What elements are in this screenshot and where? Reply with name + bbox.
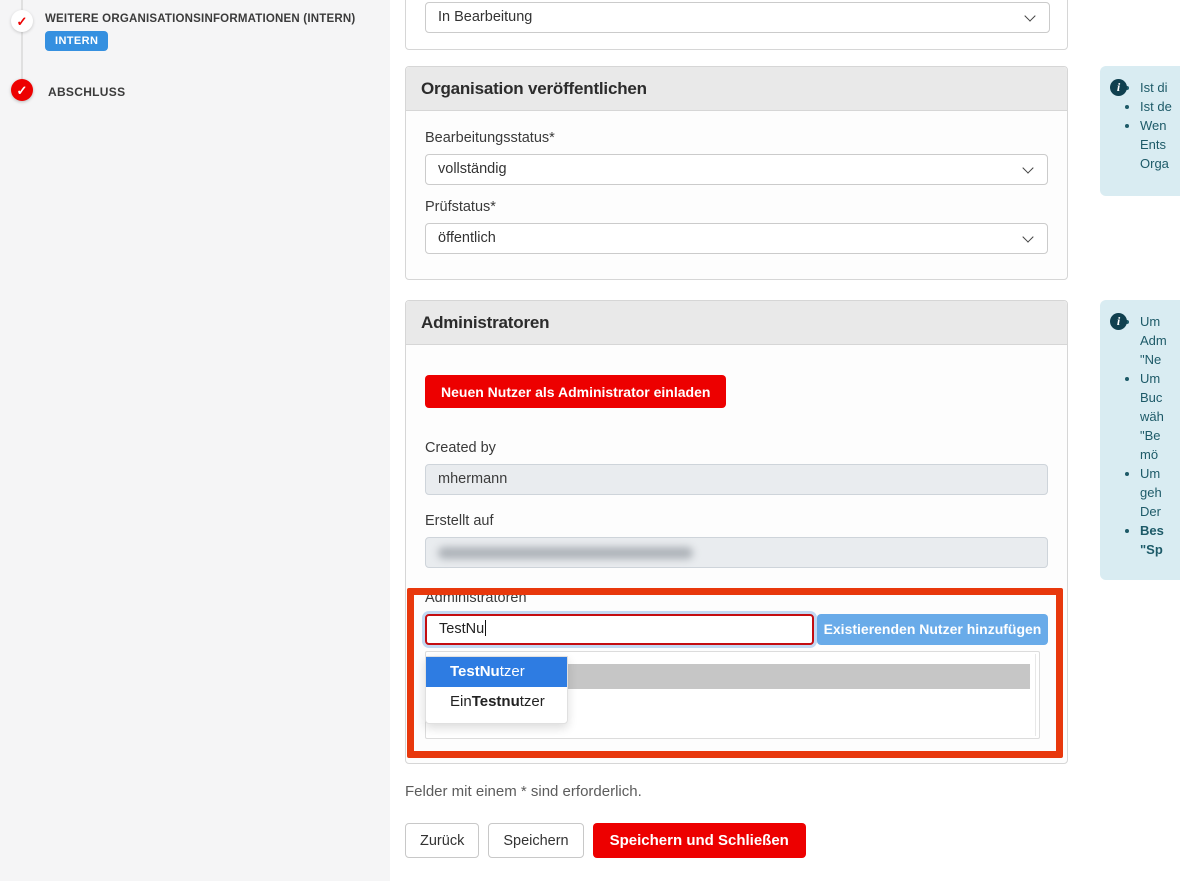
info-item: Wen Ents Orga [1140,116,1180,173]
autocomplete-dropdown: TestNutzer EinTestnutzer [425,656,568,724]
administrators-label: Administratoren [425,590,1048,606]
admin-search-input[interactable]: TestNu [425,614,814,645]
back-button[interactable]: Zurück [405,823,479,858]
info-item: Um Buc wäh "Be mö [1140,369,1180,464]
page: ✓ WEITERE ORGANISATIONSINFORMATIONEN (IN… [0,0,1180,881]
invite-new-admin-button[interactable]: Neuen Nutzer als Administrator einladen [425,375,726,408]
step-check-icon: ✓ [11,10,33,32]
admin-search-input-value: TestNu [439,621,484,637]
info-item: Um Adm "Ne [1140,312,1180,369]
created-at-label: Erstellt auf [425,513,1048,529]
add-existing-user-button[interactable]: Existierenden Nutzer hinzufügen [817,614,1048,645]
info-list: Ist di Ist de Wen Ents Orga [1140,78,1180,173]
section-title: Administratoren [406,301,1067,345]
step-check-icon: ✓ [11,79,33,101]
info-icon: i [1110,313,1127,330]
wizard-sidebar: ✓ WEITERE ORGANISATIONSINFORMATIONEN (IN… [0,0,390,881]
form-actions: Zurück Speichern Speichern und Schließen [405,823,806,858]
info-list: Um Adm "Ne Um Buc wäh "Be mö Um geh Der … [1140,312,1180,559]
text-caret [485,620,486,636]
publish-section-body: Bearbeitungsstatus* vollständig Prüfstat… [406,111,1067,284]
required-fields-note: Felder mit einem * sind erforderlich. [405,783,642,800]
redacted-value [438,547,693,559]
suggestion-testnutzer[interactable]: TestNutzer [426,657,567,687]
created-at-field [425,537,1048,568]
pruefstatus-select[interactable]: öffentlich [425,223,1048,254]
info-icon: i [1110,79,1127,96]
bearbeitungsstatus-value: vollständig [438,161,507,177]
created-by-field: mhermann [425,464,1048,495]
admin-search-row: TestNu Existierenden Nutzer hinzufügen [425,614,1048,645]
status-panel: In Bearbeitung [405,0,1068,50]
save-button[interactable]: Speichern [488,823,583,858]
section-title: Organisation veröffentlichen [406,67,1067,111]
pruefstatus-label: Prüfstatus* [425,199,1048,215]
info-item: Ist de [1140,97,1180,116]
status-select[interactable]: In Bearbeitung [425,2,1050,33]
publish-section: Organisation veröffentlichen Bearbeitung… [405,66,1068,280]
step-label[interactable]: ABSCHLUSS [48,85,125,99]
suggestion-eintestnutzer[interactable]: EinTestnutzer [426,687,567,717]
created-by-label: Created by [425,440,1048,456]
step-label[interactable]: WEITERE ORGANISATIONSINFORMATIONEN (INTE… [45,13,355,25]
info-box-publish: i Ist di Ist de Wen Ents Orga [1100,66,1180,196]
info-item: Um geh Der [1140,464,1180,521]
pruefstatus-value: öffentlich [438,230,496,246]
intern-badge: INTERN [45,31,108,51]
bearbeitungsstatus-label: Bearbeitungsstatus* [425,130,1048,146]
info-box-administrators: i Um Adm "Ne Um Buc wäh "Be mö Um geh De… [1100,300,1180,580]
status-select-value: In Bearbeitung [438,9,532,25]
save-and-close-button[interactable]: Speichern und Schließen [593,823,806,858]
bearbeitungsstatus-select[interactable]: vollständig [425,154,1048,185]
info-item: Bes "Sp [1140,521,1180,559]
info-item: Ist di [1140,78,1180,97]
